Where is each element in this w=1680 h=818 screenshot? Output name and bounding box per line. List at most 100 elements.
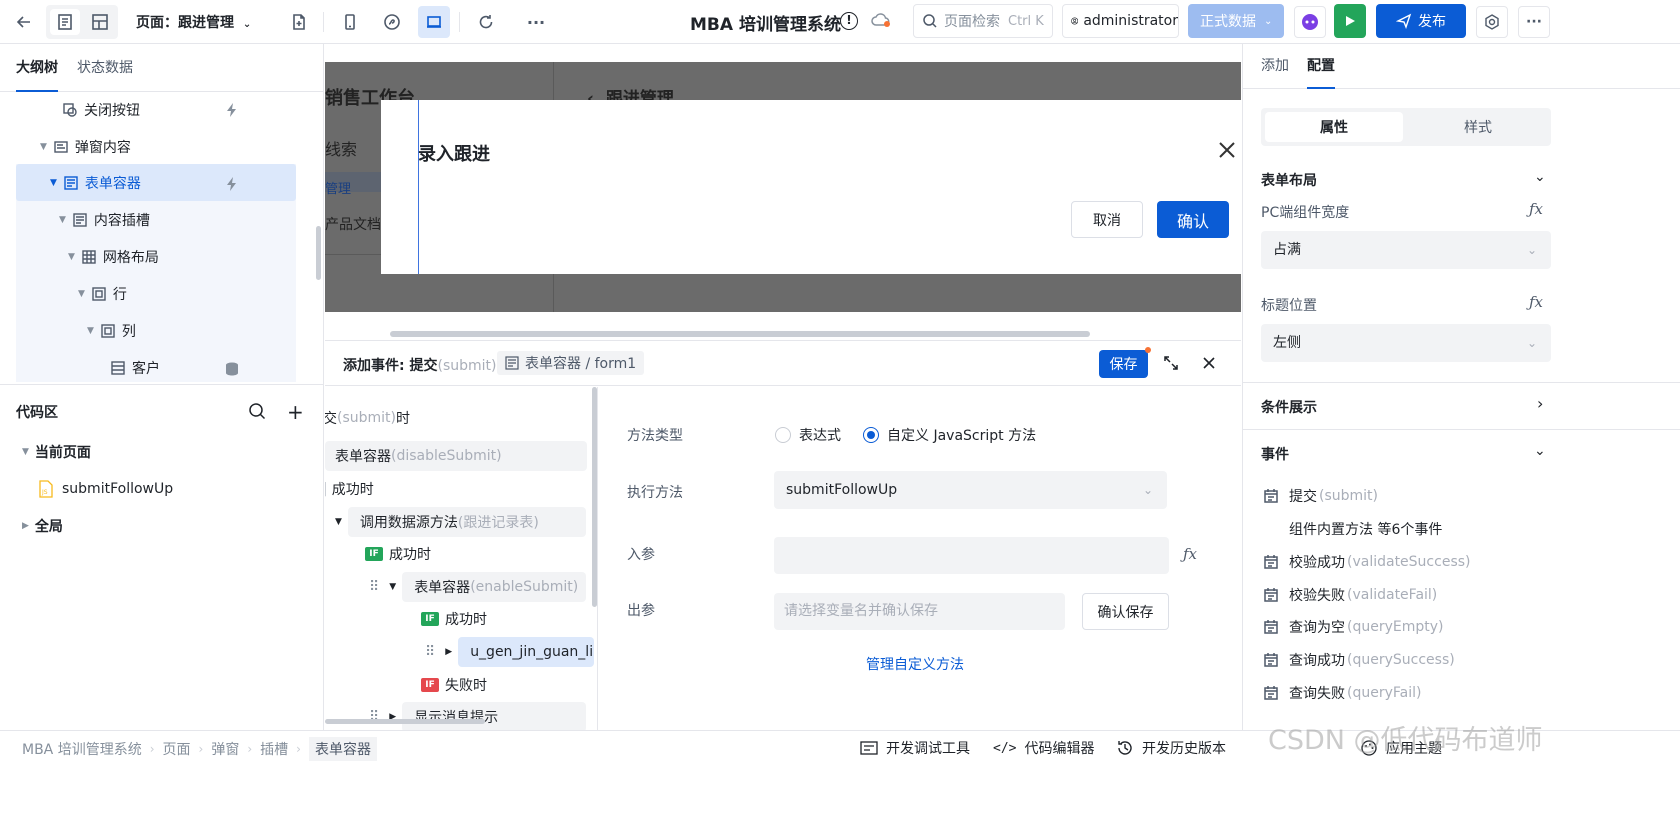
pc-device-icon[interactable]: [418, 6, 450, 38]
design-canvas[interactable]: 销售工作台 ‹ 跟进管理 线索 管理 产品文档 录入跟进 取消 确认: [325, 62, 1241, 312]
fx-icon[interactable]: ƒx: [1529, 200, 1543, 218]
event-item-builtin[interactable]: 组件内置方法 等6个事件: [1289, 513, 1442, 545]
more-menu-icon[interactable]: ···: [1518, 6, 1550, 38]
chevron-right-icon[interactable]: ›: [1537, 394, 1543, 413]
cancel-button[interactable]: 取消: [1071, 201, 1143, 238]
fx-icon[interactable]: ƒx: [1183, 545, 1197, 563]
breadcrumb-item[interactable]: MBA 培训管理系统: [22, 739, 142, 759]
event-item-submit[interactable]: 提交 (submit): [1263, 480, 1378, 512]
caret-down-icon[interactable]: ▼: [389, 582, 396, 592]
layout-view-icon[interactable]: [84, 6, 116, 38]
outline-view-icon[interactable]: [50, 9, 80, 35]
tree-node-customer[interactable]: 客户: [110, 350, 160, 382]
flow-fail-branch[interactable]: IF 失败时: [421, 670, 487, 700]
page-search-input[interactable]: 页面检索 Ctrl K: [913, 4, 1053, 38]
chevron-down-icon[interactable]: ⌄: [1534, 169, 1546, 185]
history-button[interactable]: 开发历史版本: [1116, 738, 1226, 758]
flow-success-branch[interactable]: IF 成功时: [421, 604, 487, 634]
input-param-field[interactable]: [774, 537, 1169, 574]
breadcrumb-current[interactable]: 表单容器: [308, 737, 377, 761]
expand-icon[interactable]: [1162, 354, 1180, 376]
add-icon[interactable]: +: [287, 400, 304, 424]
cloud-sync-icon[interactable]: [870, 10, 892, 34]
flow-success-branch[interactable]: | 成功时: [325, 474, 374, 504]
tree-node-grid-layout[interactable]: ▼ 网格布局: [68, 239, 159, 275]
event-item-query-fail[interactable]: 查询失败 (queryFail): [1263, 677, 1421, 709]
flow-hscrollbar[interactable]: [325, 719, 485, 724]
caret-down-icon[interactable]: ▼: [59, 215, 66, 225]
chevron-down-icon[interactable]: ⌄: [1534, 443, 1546, 459]
lightning-icon[interactable]: [224, 102, 240, 122]
caret-down-icon[interactable]: ▼: [87, 326, 94, 336]
ai-assistant-icon[interactable]: [1294, 6, 1326, 38]
tree-node-content-slot[interactable]: ▼ 内容插槽: [59, 202, 150, 238]
dev-tools-button[interactable]: 开发调试工具: [860, 738, 970, 758]
tree-node-dialog-content[interactable]: ▼ 弹窗内容: [40, 129, 131, 165]
current-page-node[interactable]: ▼ 当前页面: [22, 442, 91, 462]
flow-vscrollbar[interactable]: [592, 387, 597, 607]
radio-custom-js[interactable]: [863, 427, 879, 443]
tab-state-data[interactable]: 状态数据: [77, 44, 133, 92]
global-node[interactable]: ▶ 全局: [22, 516, 63, 536]
flow-action-enable[interactable]: ⠿ ▼ 表单容器 (enableSubmit): [369, 572, 587, 602]
caret-down-icon[interactable]: ▼: [335, 517, 342, 527]
lightning-icon[interactable]: [224, 176, 240, 196]
event-item-query-empty[interactable]: 查询为空 (queryEmpty): [1263, 611, 1443, 643]
flow-action-disable[interactable]: 表单容器 (disableSubmit): [325, 441, 587, 471]
mobile-device-icon[interactable]: [334, 6, 366, 38]
caret-down-icon[interactable]: ▼: [22, 447, 29, 457]
flow-action-datasource[interactable]: ▼ 调用数据源方法 (跟进记录表): [335, 507, 586, 537]
segment-properties[interactable]: 属性: [1265, 112, 1403, 142]
env-dropdown[interactable]: 正式数据 ⌄: [1188, 4, 1284, 38]
refresh-icon[interactable]: [470, 6, 502, 38]
flow-event-node[interactable]: 交 (submit) 时: [325, 403, 410, 433]
run-preview-icon[interactable]: [1334, 4, 1366, 38]
output-param-field[interactable]: 请选择变量名并确认保存: [774, 593, 1065, 630]
database-icon[interactable]: [224, 361, 240, 381]
flow-action-message[interactable]: ⠿ ▶ 显示消息提示: [369, 702, 587, 731]
new-page-icon[interactable]: [283, 6, 315, 38]
tree-node-row[interactable]: ▼ 行: [78, 276, 127, 312]
tree-scrollbar[interactable]: [316, 226, 321, 280]
user-menu[interactable]: administrator: [1062, 4, 1179, 38]
publish-button[interactable]: 发布: [1376, 4, 1466, 38]
manage-methods-link[interactable]: 管理自定义方法: [866, 654, 964, 674]
tree-node-form-container[interactable]: ▼ 表单容器: [50, 165, 141, 201]
search-icon[interactable]: [248, 402, 266, 424]
tree-node-column[interactable]: ▼ 列: [87, 313, 136, 349]
close-icon[interactable]: [1202, 356, 1216, 374]
caret-down-icon[interactable]: ▼: [40, 142, 47, 152]
pc-width-select[interactable]: 占满 ⌄: [1261, 231, 1551, 269]
back-arrow-icon[interactable]: [8, 6, 40, 38]
code-file-item[interactable]: JS submitFollowUp: [38, 480, 173, 498]
event-item-validate-success[interactable]: 校验成功 (validateSuccess): [1263, 546, 1471, 578]
drag-handle-icon[interactable]: ⠿: [369, 579, 379, 595]
event-save-button[interactable]: 保存: [1099, 350, 1148, 378]
fx-icon[interactable]: ƒx: [1529, 293, 1543, 311]
mini-program-icon[interactable]: [376, 6, 408, 38]
flow-action-custom[interactable]: ⠿ ▶ u_gen_jin_guan_li:: [425, 637, 595, 667]
exec-method-select[interactable]: submitFollowUp ⌄: [774, 471, 1167, 509]
caret-down-icon[interactable]: ▼: [78, 289, 85, 299]
tab-outline[interactable]: 大纲树: [16, 44, 58, 92]
breadcrumb-item[interactable]: 插槽: [260, 739, 288, 759]
tab-add[interactable]: 添加: [1261, 44, 1289, 89]
confirm-save-button[interactable]: 确认保存: [1082, 593, 1169, 630]
radio-expression[interactable]: [775, 427, 791, 443]
tree-node-close-button[interactable]: 关闭按钮: [62, 92, 140, 128]
code-editor-button[interactable]: </> 代码编辑器: [993, 738, 1094, 758]
canvas-hscrollbar[interactable]: [390, 331, 1090, 337]
event-item-query-success[interactable]: 查询成功 (querySuccess): [1263, 644, 1455, 676]
more-icon[interactable]: ···: [520, 6, 552, 38]
title-pos-select[interactable]: 左侧 ⌄: [1261, 324, 1551, 362]
breadcrumb-item[interactable]: 页面: [163, 739, 191, 759]
segment-styles[interactable]: 样式: [1409, 112, 1547, 142]
settings-icon[interactable]: [1476, 6, 1508, 38]
tab-config[interactable]: 配置: [1307, 44, 1335, 89]
page-selector[interactable]: 页面：跟进管理 ⌄: [136, 12, 251, 32]
caret-down-icon[interactable]: ▼: [68, 252, 75, 262]
condition-title[interactable]: 条件展示: [1261, 397, 1317, 417]
caret-right-icon[interactable]: ▶: [22, 521, 29, 531]
event-item-validate-fail[interactable]: 校验失败 (validateFail): [1263, 579, 1437, 611]
info-icon[interactable]: !: [840, 12, 858, 30]
